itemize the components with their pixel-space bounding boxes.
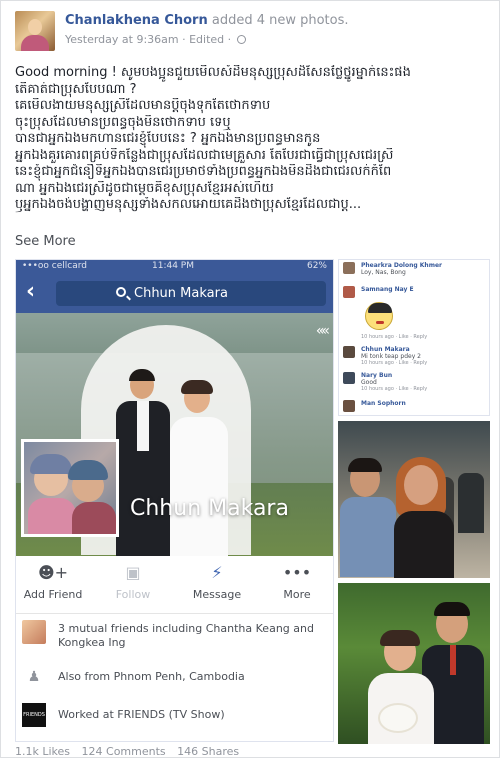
profile-picture[interactable] (21, 439, 119, 537)
author-name[interactable]: Chanlakhena Chorn (65, 13, 208, 28)
comment-text: Loy, Nas, Bong (361, 269, 406, 276)
add-friend-button[interactable]: ☻+ Add Friend (18, 563, 88, 602)
post-text-line: គេមើលងាយមនុស្សស្រីដែលមានប្ដីចុងទុកតែថោកទ… (15, 98, 271, 113)
photo-wedding-garden[interactable] (338, 583, 490, 744)
profile-name: Chhun Makara (130, 496, 289, 521)
bouquet (378, 703, 418, 733)
more-button[interactable]: ••• More (262, 563, 332, 602)
commenter-name: Nary Bun (361, 372, 393, 379)
edited-label[interactable]: · Edited · (182, 33, 231, 46)
mutual-friends-row[interactable]: 3 mutual friends including Chantha Keang… (16, 620, 333, 650)
post-text-line: តើគាត់ជាប្រុសបែបណា ? (15, 81, 137, 97)
post-stats: 1.1k Likes 124 Comments 146 Shares (15, 745, 247, 758)
search-icon (116, 287, 126, 297)
shares-count[interactable]: 146 Shares (177, 745, 239, 758)
author-line: Chanlakhena Chorn added 4 new photos. (65, 13, 349, 28)
photo-comments-screenshot[interactable]: Phearkra Dolong Khmer Loy, Nas, Bong Sam… (338, 259, 490, 416)
location-row: ♟ Also from Phnom Penh, Cambodia (16, 665, 333, 691)
post-meta: Yesterday at 9:36am · Edited · (65, 33, 246, 46)
cover-photo[interactable]: «« Chhun Makara (16, 313, 333, 556)
phone-status-bar: •••oo cellcard 11:44 PM 62% (16, 260, 333, 273)
more-label: More (283, 588, 311, 601)
expand-chevron-icon[interactable]: «« (316, 323, 330, 339)
message-label: Message (192, 588, 242, 601)
search-box[interactable]: Chhun Makara (56, 281, 326, 306)
message-button[interactable]: ⚡ Message (182, 563, 252, 602)
status-battery: 62% (306, 261, 327, 271)
commenter-avatar (343, 400, 355, 412)
friends-logo: FRIENDS (22, 703, 46, 727)
fb-nav-bar: ‹ Chhun Makara (16, 273, 333, 313)
post-text: Good morning ! សូមបងប្អូនជួយមើលសំដីមនុស្… (15, 65, 487, 214)
likes-count[interactable]: 1.1k Likes (15, 745, 70, 758)
commenter-name: Phearkra Dolong Khmer (361, 262, 442, 269)
author-avatar[interactable] (15, 11, 55, 51)
facebook-post: Chanlakhena Chorn added 4 new photos. Ye… (0, 0, 500, 758)
mutual-friend-thumbnail (22, 620, 46, 644)
commenter-name: Man Sophorn (361, 400, 406, 407)
commenter-avatar (343, 346, 355, 358)
comment-time: 10 hours ago · Like · Reply (361, 386, 428, 392)
comment-time: 10 hours ago · Like · Reply (361, 334, 428, 340)
post-text-line: បានជាអ្នកឯងមកហានជេរខ្ញុំបែបនេះ ? អ្នកឯងម… (15, 131, 321, 146)
photo-grid: •••oo cellcard 11:44 PM 62% ‹ Chhun Maka… (15, 259, 490, 749)
photo-couple-restaurant[interactable] (338, 421, 490, 578)
more-icon: ••• (282, 563, 312, 582)
see-more-link[interactable]: See More (15, 234, 76, 249)
commenter-avatar (343, 286, 355, 298)
location-text: Also from Phnom Penh, Cambodia (58, 670, 245, 683)
profile-actions: ☻+ Add Friend ▣ Follow ⚡ Message ••• Mor… (16, 556, 333, 614)
sticker-emoji-icon (365, 302, 393, 330)
follow-label: Follow (115, 588, 151, 601)
post-text-line: អ្នកឯងគួរគោរពគ្រប់ទីកន្លែងជាប្រុសដែលជាមេ… (15, 147, 394, 163)
mutual-friends-text: 3 mutual friends including Chantha Keang… (58, 622, 314, 649)
globe-icon[interactable] (236, 35, 246, 44)
add-friend-label: Add Friend (23, 588, 83, 601)
work-row[interactable]: FRIENDS Worked at FRIENDS (TV Show) (16, 703, 333, 729)
comment-time: 10 hours ago · Like · Reply (361, 360, 428, 366)
post-text-line: ចុះប្រុសដែលមានប្រពន្ធចុងមិនថោកទាប ទេឬ (15, 114, 231, 130)
post-action: added 4 new photos. (211, 13, 349, 28)
comments-count[interactable]: 124 Comments (82, 745, 166, 758)
post-header: Chanlakhena Chorn added 4 new photos. Ye… (15, 11, 485, 55)
follow-icon: ▣ (125, 563, 141, 582)
commenter-avatar (343, 262, 355, 274)
messenger-icon: ⚡ (211, 563, 223, 582)
commenter-name: Samnang Nay E (361, 286, 414, 293)
add-friend-icon: ☻+ (37, 563, 69, 582)
follow-button[interactable]: ▣ Follow (98, 563, 168, 602)
post-text-line: Good morning ! សូមបងប្អូនជួយមើលសំដីមនុស្… (15, 65, 411, 80)
photo-profile-screenshot[interactable]: •••oo cellcard 11:44 PM 62% ‹ Chhun Maka… (15, 259, 334, 742)
comment-text: Good (361, 379, 377, 386)
commenter-avatar (343, 372, 355, 384)
post-text-line: ឫអ្នកឯងចង់បង្ហាញមនុស្សទាំងសកលអោយគេដឹងថាប… (15, 197, 362, 212)
work-text: Worked at FRIENDS (TV Show) (58, 708, 225, 721)
people-icon: ♟ (27, 669, 41, 685)
search-text: Chhun Makara (134, 286, 228, 301)
commenter-name: Chhun Makara (361, 346, 410, 353)
post-text-line: នេះខ្ញុំជាអ្នកជំនឿទីអ្នកឯងបានជេរប្រមាថទា… (15, 164, 392, 179)
back-arrow-icon[interactable]: ‹ (26, 279, 35, 304)
post-timestamp[interactable]: Yesterday at 9:36am (65, 33, 179, 46)
comment-text: Mi tonk teap pdey 2 (361, 353, 421, 360)
post-text-line: ណា អ្នកឯងជេរស្រីដូចជាម្ដេចគឺខុសប្រុសខ្មែ… (15, 180, 274, 196)
status-carrier: •••oo cellcard (22, 261, 88, 271)
status-time: 11:44 PM (152, 261, 194, 271)
